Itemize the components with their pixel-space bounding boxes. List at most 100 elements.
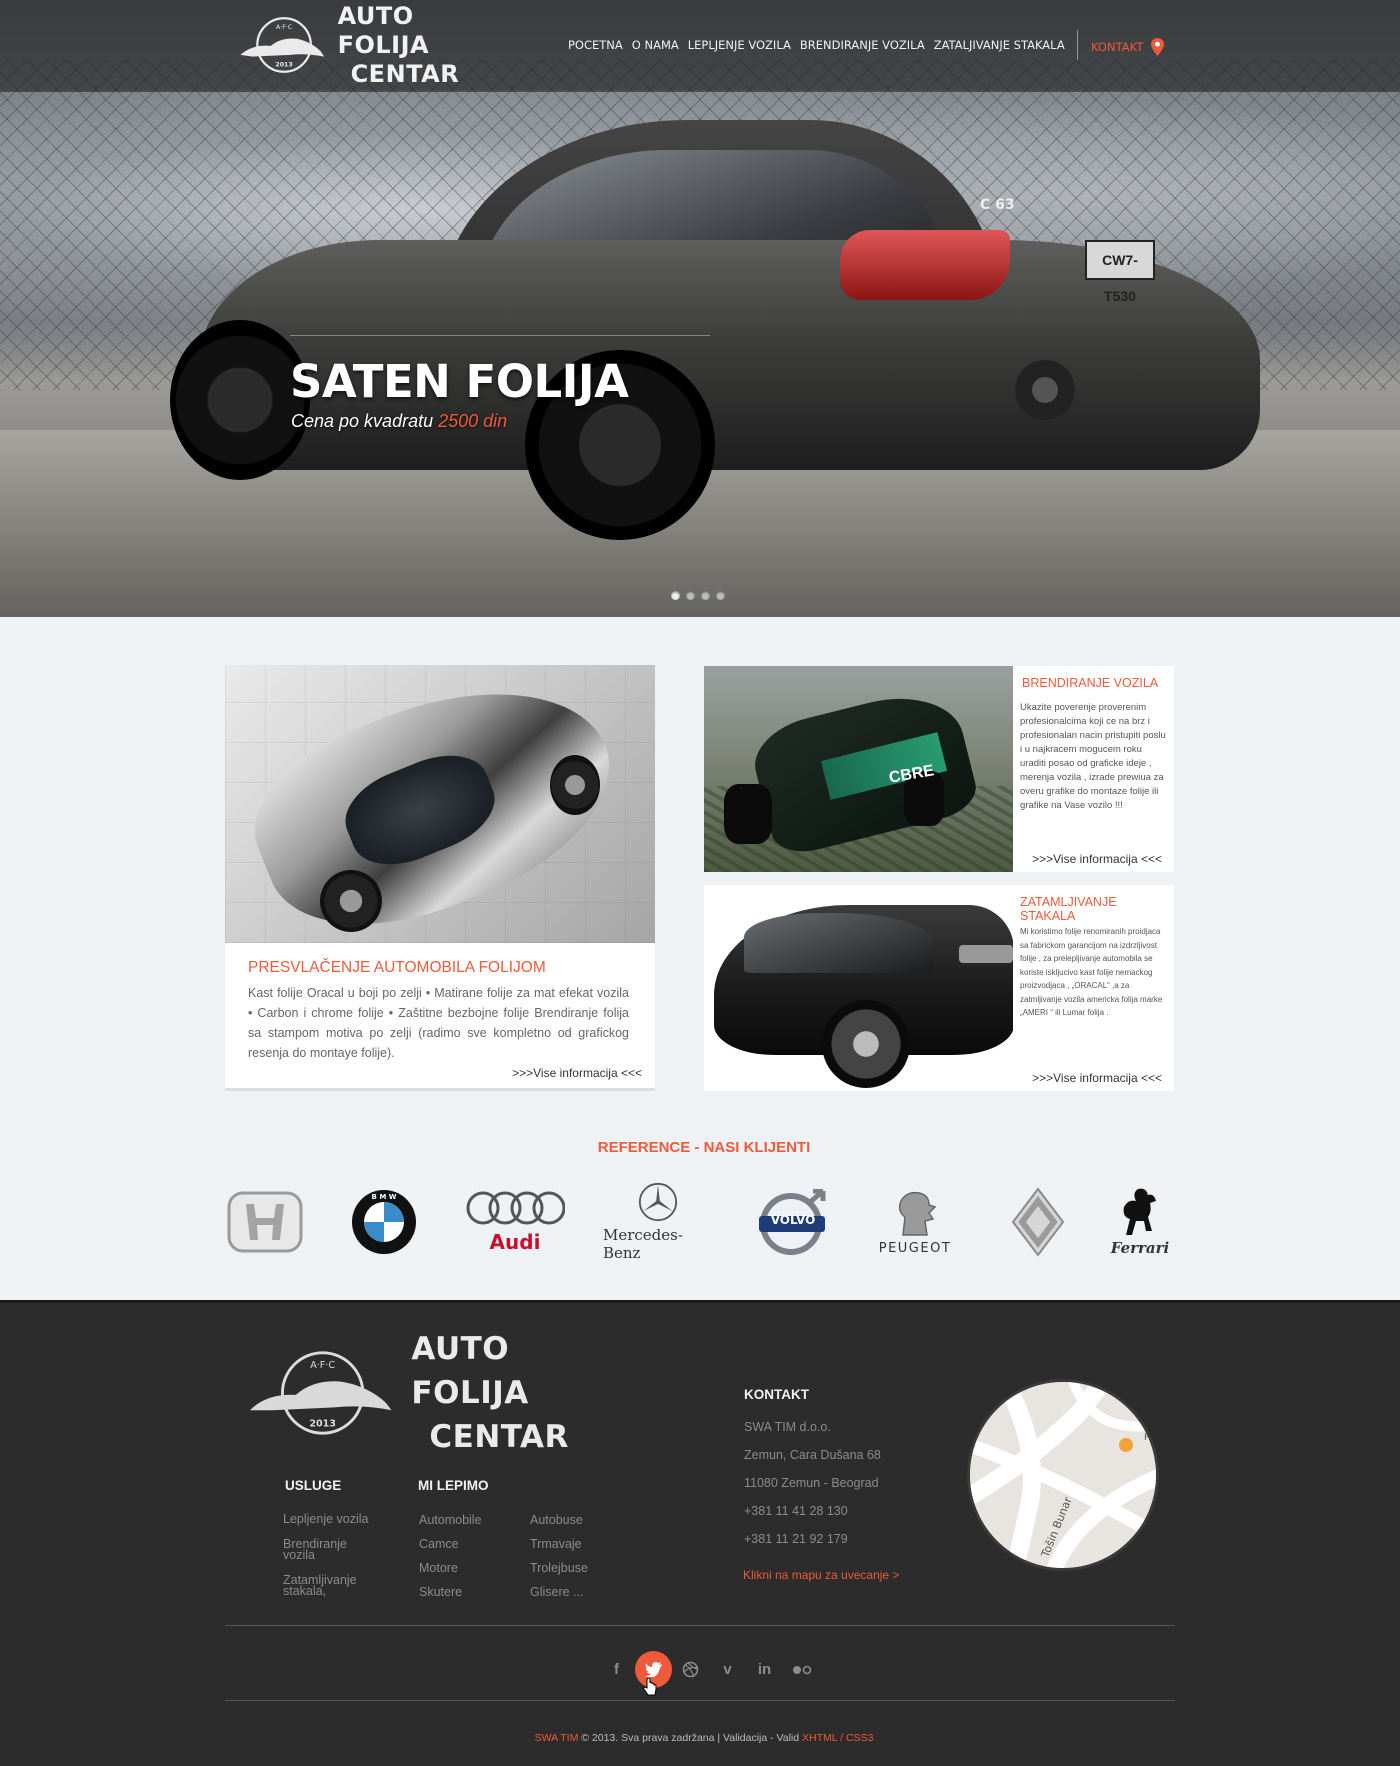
footer-car-logo-icon: A·F·C 2013 (249, 1351, 392, 1435)
flickr-icon[interactable] (783, 1651, 820, 1688)
hero-divider (290, 335, 710, 336)
footer-services-list: Lepljenje vozila Brendiranje vozila Zata… (283, 1513, 378, 1611)
brand-ferrari[interactable]: Ferrari (1105, 1182, 1175, 1262)
footer-apply-item: Glisere ... (530, 1585, 584, 1599)
car-model-badge: C 63 (980, 197, 1015, 213)
renault-diamond-icon (1011, 1187, 1065, 1257)
hand-cursor-icon (643, 1678, 657, 1696)
copyright-company[interactable]: SWA TIM (535, 1732, 579, 1744)
svg-text:B M W: B M W (372, 1193, 397, 1201)
nav-divider (1077, 30, 1078, 60)
card-main-more-link[interactable]: >>>Vise informacija <<< (512, 1066, 642, 1080)
hero-slider: CW7-T530 C 63 A·F·C 2013 AUTO FOLIJA CEN… (0, 0, 1400, 617)
mercedes-label: Mercedes-Benz (603, 1226, 683, 1262)
mercedes-star-icon (638, 1182, 678, 1222)
linkedin-icon[interactable]: in (746, 1651, 783, 1688)
brand-honda[interactable] (225, 1182, 305, 1262)
footer-divider-top (225, 1625, 1175, 1626)
brand-renault[interactable] (1008, 1182, 1068, 1262)
hero-price: 2500 din (438, 411, 508, 431)
card-car-wrapping: PRESVLAČENJE AUTOMOBILA FOLIJOM Kast fol… (225, 665, 655, 1091)
facebook-icon[interactable]: f (598, 1651, 635, 1688)
card-main-text: Kast folije Oracal u boji po zelji • Mat… (248, 986, 629, 1060)
brand-logos: B M W Audi Mercedes-Benz VOLVO PEUGEOT F… (225, 1182, 1175, 1262)
card-branding-more-link[interactable]: >>>Vise informacija <<< (1032, 852, 1162, 866)
branded-racecar-image: CBRE (704, 666, 1013, 872)
footer-apply-item: Trmavaje (530, 1537, 582, 1551)
footer-contact-title: KONTAKT (744, 1387, 809, 1402)
location-map[interactable]: Piv Toš Tošin Bunar (967, 1379, 1159, 1571)
hero-car-image: CW7-T530 C 63 (170, 120, 1260, 540)
card-main-title: PRESVLAČENJE AUTOMOBILA FOLIJOM (248, 959, 546, 976)
slider-dots (671, 591, 725, 600)
site-footer: A·F·C 2013 AUTO FOLIJA CENTAR USLUGE Lep… (0, 1300, 1400, 1766)
site-logo[interactable]: A·F·C 2013 AUTO FOLIJA CENTAR (235, 2, 495, 88)
contact-city: 11080 Zemun - Beograd (744, 1476, 879, 1490)
peugeot-label: PEUGEOT (878, 1240, 952, 1256)
footer-apply-title: MI LEPIMO (418, 1478, 489, 1493)
footer-apply-col2: Autobuse Trmavaje Trolejbuse Glisere ... (530, 1514, 588, 1610)
copyright-validation[interactable]: XHTML / CSS3 (802, 1732, 873, 1744)
footer-logo-badge-year: 2013 (309, 1418, 336, 1429)
bmw-logo-icon: B M W (352, 1190, 416, 1254)
card-branding-title: BRENDIRANJE VOZILA (1022, 676, 1159, 690)
nav-kontakt[interactable]: KONTAKT (1091, 40, 1143, 54)
card-tinting: ZATAMLJIVANJE STAKALA Mi koristimo folij… (704, 885, 1174, 1091)
hero-title: SATEN FOLIJA (290, 355, 629, 408)
nav-zataljivanje-stakala[interactable]: ZATALJIVANJE STAKALA (934, 38, 1065, 52)
footer-apply-item: Skutere (419, 1585, 463, 1599)
brand-bmw[interactable]: B M W (349, 1182, 419, 1262)
footer-service-3[interactable]: Zatamljivanje stakala, (283, 1574, 378, 1598)
footer-apply-item: Autobuse (530, 1513, 583, 1527)
card-tinting-text: Mi koristimo folije renomiranih proidjac… (1020, 927, 1163, 1017)
logo-line-1: AUTO FOLIJA (337, 1, 430, 59)
footer-contact-list: SWA TIM d.o.o. Zemun, Cara Dušana 68 110… (744, 1420, 881, 1560)
card-tinting-more-link[interactable]: >>>Vise informacija <<< (1032, 1071, 1162, 1085)
slider-dot-2[interactable] (686, 591, 695, 600)
location-pin-icon[interactable] (1151, 38, 1165, 56)
contact-phone-1[interactable]: +381 11 41 28 130 (744, 1504, 881, 1518)
references-title: REFERENCE - NASI KLIJENTI (597, 1139, 811, 1156)
footer-service-2[interactable]: Brendiranje vozila (283, 1538, 378, 1562)
copyright: SWA TIM © 2013. Sva prava zadržana | Val… (0, 1732, 1400, 1744)
brand-mercedes[interactable]: Mercedes-Benz (603, 1182, 713, 1262)
brand-peugeot[interactable]: PEUGEOT (865, 1182, 965, 1262)
map-roads-icon: Piv Toš Tošin Bunar (970, 1382, 1159, 1568)
slider-dot-1[interactable] (671, 591, 680, 600)
footer-logo[interactable]: A·F·C 2013 AUTO FOLIJA CENTAR (248, 1331, 628, 1455)
slider-dot-4[interactable] (716, 591, 725, 600)
brand-volvo[interactable]: VOLVO (755, 1182, 831, 1262)
vimeo-icon[interactable]: v (709, 1651, 746, 1688)
logo-badge-top: A·F·C (276, 24, 293, 31)
main-nav: POCETNA O NAMA LEPLJENJE VOZILA BRENDIRA… (568, 38, 1074, 52)
footer-divider-bottom (225, 1700, 1175, 1701)
peugeot-lion-icon (898, 1191, 937, 1236)
footer-apply-item: Automobile (419, 1513, 482, 1527)
audi-rings-icon (466, 1191, 565, 1225)
dribbble-icon[interactable] (672, 1651, 709, 1688)
slider-dot-3[interactable] (701, 591, 710, 600)
ferrari-label: Ferrari (1110, 1239, 1170, 1257)
volvo-label: VOLVO (770, 1213, 816, 1227)
chrome-car-image (225, 665, 655, 943)
car-logo-icon: A·F·C 2013 (240, 17, 325, 73)
footer-apply-item: Motore (419, 1561, 458, 1575)
contact-street: Zemun, Cara Dušana 68 (744, 1448, 881, 1462)
honda-logo-icon (227, 1191, 303, 1253)
nav-brendiranje-vozila[interactable]: BRENDIRANJE VOZILA (800, 38, 925, 52)
logo-badge-year: 2013 (275, 61, 292, 68)
map-enlarge-link[interactable]: Klikni na mapu za uvecanje > (743, 1568, 899, 1582)
contact-company: SWA TIM d.o.o. (744, 1420, 831, 1434)
footer-apply-item: Camce (419, 1537, 459, 1551)
contact-phone-2[interactable]: +381 11 21 92 179 (744, 1532, 881, 1546)
copyright-text: © 2013. Sva prava zadržana | Validacija … (578, 1732, 803, 1744)
card-branding-text: Ukazite poverenje proverenim profesional… (1020, 702, 1166, 811)
hero-price-label: Cena po kvadratu (291, 411, 434, 431)
nav-o-nama[interactable]: O NAMA (632, 38, 679, 52)
brand-audi[interactable]: Audi (465, 1182, 565, 1262)
footer-service-1[interactable]: Lepljenje vozila (283, 1513, 378, 1526)
nav-pocetna[interactable]: POCETNA (568, 38, 623, 52)
footer-logo-line-1: AUTO FOLIJA (411, 1331, 529, 1411)
map-poi-label: Piv Toš (1144, 1432, 1159, 1443)
nav-lepljenje-vozila[interactable]: LEPLJENJE VOZILA (688, 38, 791, 52)
